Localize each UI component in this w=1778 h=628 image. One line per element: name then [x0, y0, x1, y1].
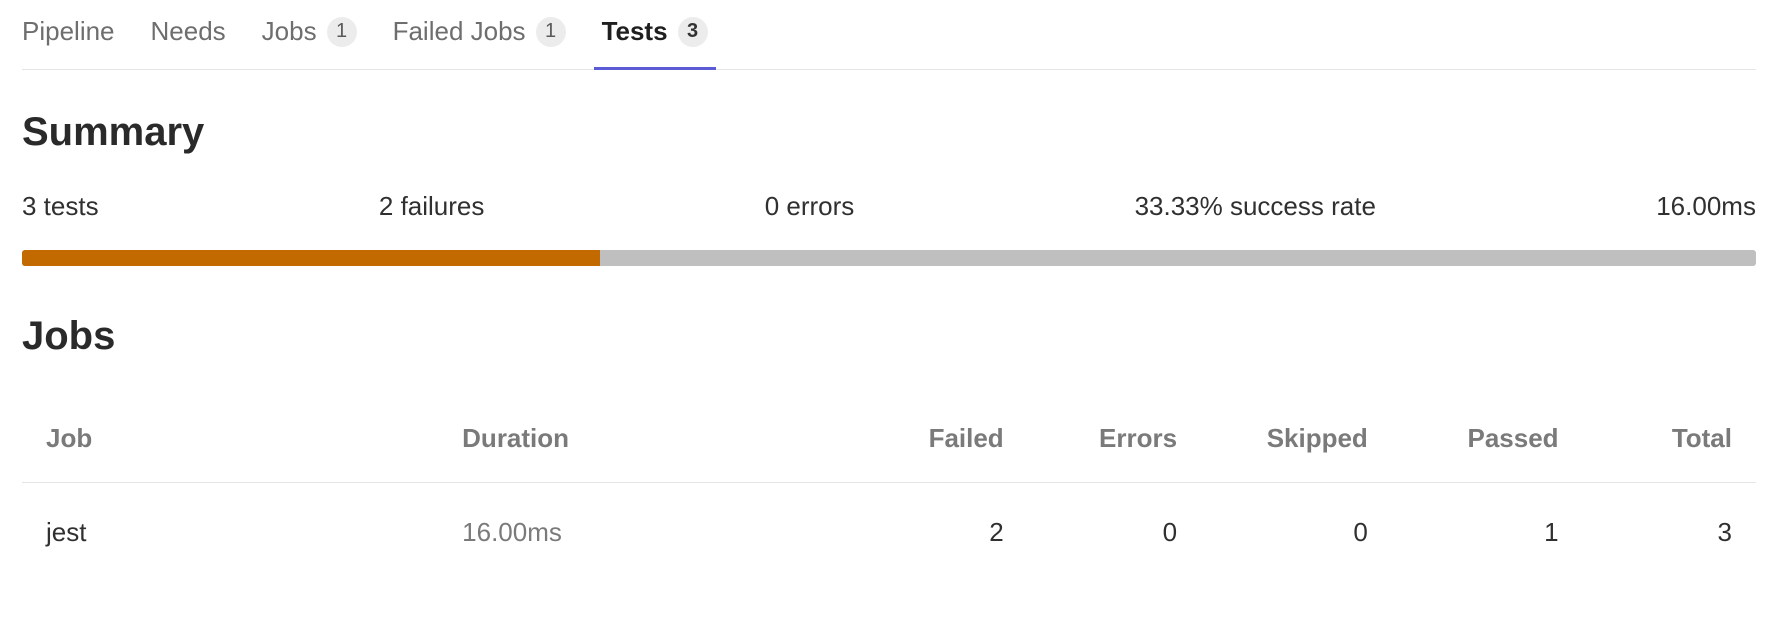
summary-stats: 3 tests 2 failures 0 errors 33.33% succe…	[22, 191, 1756, 222]
col-job: Job	[22, 395, 438, 483]
cell-total: 3	[1583, 483, 1756, 583]
table-header-row: Job Duration Failed Errors Skipped Passe…	[22, 395, 1756, 483]
col-failed: Failed	[854, 395, 1027, 483]
tab-label: Tests	[602, 16, 668, 47]
jobs-table: Job Duration Failed Errors Skipped Passe…	[22, 395, 1756, 582]
tab-label: Needs	[151, 16, 226, 47]
tab-badge: 1	[327, 17, 357, 47]
summary-tests-count: 3 tests	[22, 191, 99, 222]
tab-label: Jobs	[262, 16, 317, 47]
tab-label: Pipeline	[22, 16, 115, 47]
cell-skipped: 0	[1201, 483, 1392, 583]
tab-tests[interactable]: Tests 3	[602, 16, 708, 47]
summary-progress-fill	[22, 250, 600, 266]
col-skipped: Skipped	[1201, 395, 1392, 483]
tab-failed-jobs[interactable]: Failed Jobs 1	[393, 16, 566, 47]
col-passed: Passed	[1392, 395, 1583, 483]
col-total: Total	[1583, 395, 1756, 483]
tab-badge: 1	[536, 17, 566, 47]
summary-heading: Summary	[22, 110, 1756, 155]
summary-errors-count: 0 errors	[765, 191, 855, 222]
col-duration: Duration	[438, 395, 854, 483]
jobs-heading: Jobs	[22, 314, 1756, 359]
tab-pipeline[interactable]: Pipeline	[22, 16, 115, 47]
summary-progress-bar	[22, 250, 1756, 266]
cell-job-name: jest	[22, 483, 438, 583]
summary-duration: 16.00ms	[1656, 191, 1756, 222]
cell-errors: 0	[1028, 483, 1201, 583]
tab-label: Failed Jobs	[393, 16, 526, 47]
cell-failed: 2	[854, 483, 1027, 583]
tabs-bar: Pipeline Needs Jobs 1 Failed Jobs 1 Test…	[22, 0, 1756, 70]
tab-needs[interactable]: Needs	[151, 16, 226, 47]
cell-duration: 16.00ms	[438, 483, 854, 583]
tab-badge: 3	[678, 17, 708, 47]
summary-failures-count: 2 failures	[379, 191, 485, 222]
summary-success-rate: 33.33% success rate	[1135, 191, 1376, 222]
tab-jobs[interactable]: Jobs 1	[262, 16, 357, 47]
col-errors: Errors	[1028, 395, 1201, 483]
cell-passed: 1	[1392, 483, 1583, 583]
table-row[interactable]: jest 16.00ms 2 0 0 1 3	[22, 483, 1756, 583]
